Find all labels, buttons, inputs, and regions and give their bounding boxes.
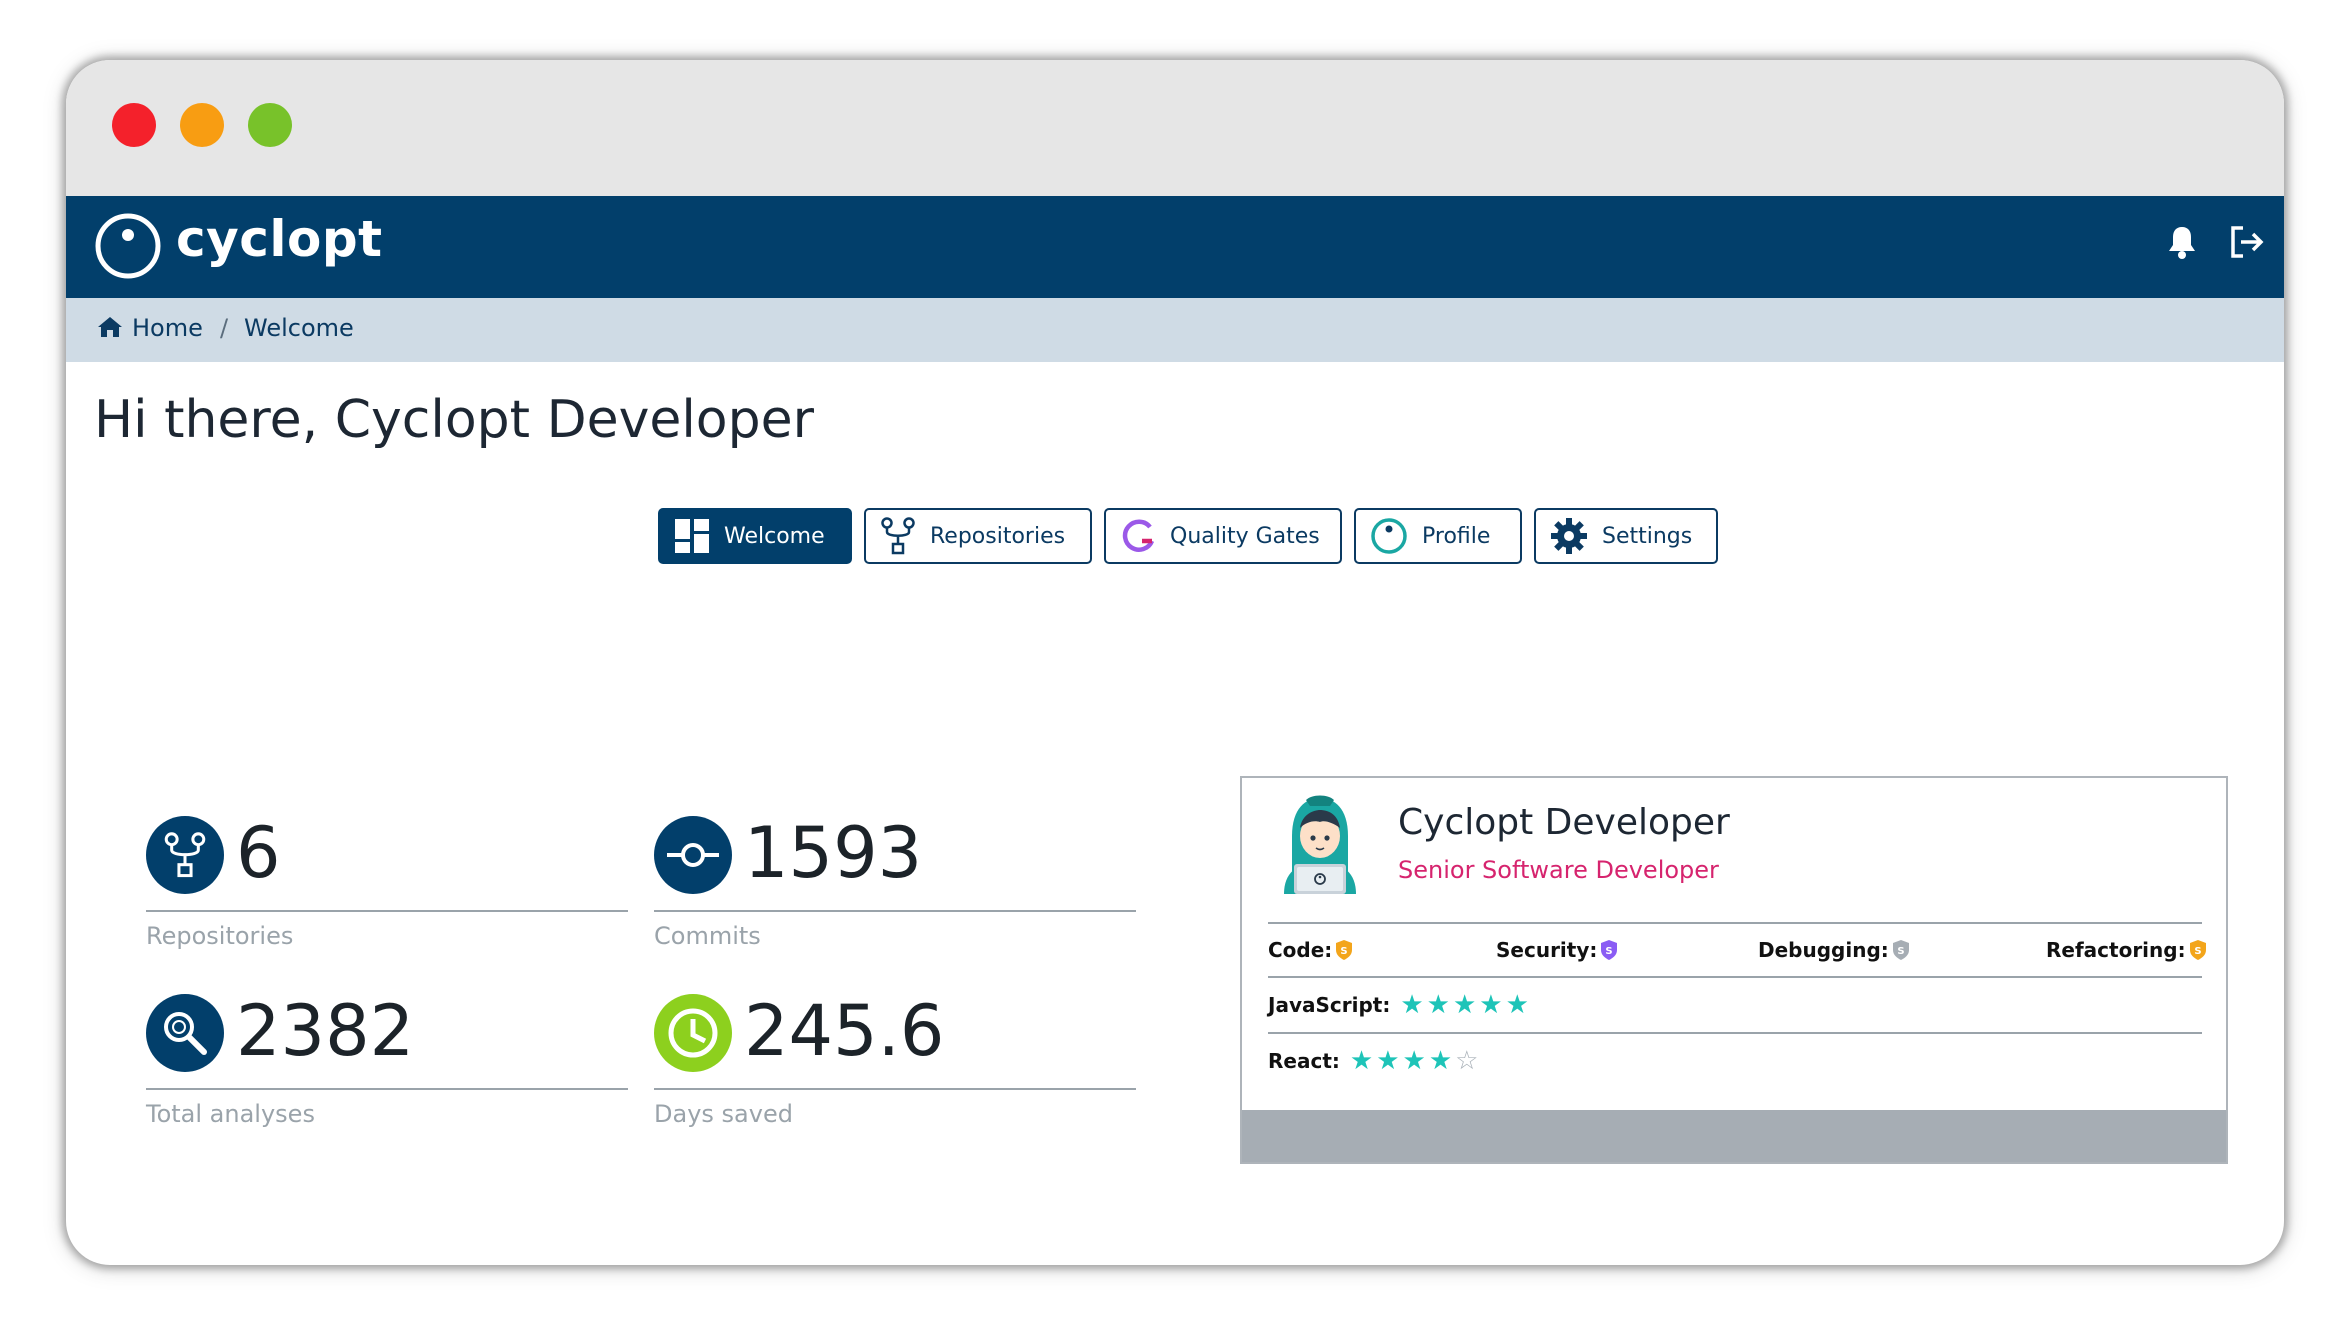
star-empty-icon: ☆: [1455, 1046, 1482, 1076]
card-footer: [1242, 1110, 2226, 1162]
logout-icon[interactable]: [2229, 225, 2265, 263]
dashboard-icon: [675, 519, 709, 553]
skill-label: Refactoring:: [2046, 938, 2186, 962]
tab-repositories[interactable]: Repositories: [864, 508, 1092, 564]
tab-welcome[interactable]: Welcome: [658, 508, 852, 564]
days-saved-label: Days saved: [654, 1100, 793, 1128]
divider: [146, 1088, 628, 1090]
home-icon[interactable]: [97, 316, 123, 342]
badge-icon: S: [1892, 940, 1909, 960]
star-filled-icon: ★: [1428, 1046, 1456, 1076]
cyclopt-logo-icon[interactable]: [94, 212, 162, 284]
gear-icon: [1551, 518, 1587, 554]
repositories-count: 6: [236, 812, 281, 894]
tab-label: Settings: [1602, 523, 1693, 549]
tab-quality-gates[interactable]: Quality Gates: [1104, 508, 1342, 564]
divider: [146, 910, 628, 912]
browser-window: cyclopt Home / Welcome Hi there, Cyclopt…: [66, 60, 2284, 1265]
quality-gate-icon: [1122, 519, 1155, 552]
repositories-label: Repositories: [146, 922, 294, 950]
tab-profile[interactable]: Profile: [1354, 508, 1522, 564]
developer-avatar: [1278, 792, 1362, 900]
app-header: cyclopt: [66, 196, 2284, 298]
language-javascript: JavaScript: ★★★★★: [1268, 990, 1532, 1020]
page-title: Hi there, Cyclopt Developer: [94, 390, 815, 450]
star-filled-icon: ★: [1479, 990, 1506, 1020]
star-filled-icon: ★: [1426, 990, 1453, 1020]
commits-count: 1593: [744, 812, 923, 894]
star-filled-icon: ★: [1452, 990, 1480, 1020]
skill-security: Security: S: [1496, 938, 1618, 962]
skill-refactoring: Refactoring: S: [2046, 938, 2207, 962]
divider: [654, 910, 1136, 912]
profile-icon: [1371, 518, 1407, 554]
divider: [654, 1088, 1136, 1090]
breadcrumb-separator: /: [220, 314, 229, 342]
clock-icon: [654, 994, 732, 1072]
svg-text:S: S: [1341, 946, 1348, 957]
tab-label: Welcome: [724, 523, 825, 549]
bell-icon[interactable]: [2167, 225, 2197, 263]
minimize-window-button[interactable]: [180, 103, 224, 147]
skill-label: Security:: [1496, 938, 1598, 962]
maximize-window-button[interactable]: [248, 103, 292, 147]
tab-label: Quality Gates: [1170, 523, 1320, 549]
close-window-button[interactable]: [112, 103, 156, 147]
svg-text:S: S: [1897, 946, 1904, 957]
commits-label: Commits: [654, 922, 761, 950]
developer-role: Senior Software Developer: [1398, 856, 1719, 884]
star-filled-icon: ★: [1402, 1046, 1429, 1076]
star-filled-icon: ★: [1349, 1046, 1377, 1076]
badge-icon: S: [1336, 940, 1353, 960]
skill-label: Code:: [1268, 938, 1333, 962]
svg-text:S: S: [2194, 946, 2201, 957]
total-analyses-count: 2382: [236, 990, 415, 1072]
days-saved-count: 245.6: [744, 990, 945, 1072]
badge-icon: S: [2189, 940, 2206, 960]
skill-code: Code: S: [1268, 938, 1353, 962]
tab-label: Repositories: [930, 523, 1066, 549]
star-filled-icon: ★: [1400, 990, 1427, 1020]
divider: [1268, 976, 2202, 978]
star-rating: ★★★★★: [1400, 990, 1532, 1020]
breadcrumb-home-link[interactable]: Home: [132, 314, 203, 342]
total-analyses-label: Total analyses: [146, 1100, 315, 1128]
svg-text:S: S: [1606, 946, 1613, 957]
tab-label: Profile: [1422, 523, 1491, 549]
breadcrumb-current: Welcome: [244, 314, 354, 342]
breadcrumb: Home / Welcome: [66, 298, 2284, 362]
app-name[interactable]: cyclopt: [176, 210, 383, 268]
skill-debugging: Debugging: S: [1758, 938, 1910, 962]
repository-icon: [146, 816, 224, 894]
window-titlebar: [66, 60, 2284, 196]
developer-profile-card: Cyclopt Developer Senior Software Develo…: [1240, 776, 2228, 1164]
commit-icon: [654, 816, 732, 894]
developer-name: Cyclopt Developer: [1398, 802, 1730, 843]
star-rating: ★★★★☆: [1350, 1046, 1482, 1076]
language-label: React:: [1268, 1049, 1340, 1073]
star-filled-icon: ★: [1505, 990, 1532, 1020]
star-filled-icon: ★: [1376, 1046, 1403, 1076]
language-react: React: ★★★★☆: [1268, 1046, 1481, 1076]
analysis-icon: [146, 994, 224, 1072]
language-label: JavaScript:: [1268, 993, 1391, 1017]
divider: [1268, 922, 2202, 924]
badge-icon: S: [1601, 940, 1618, 960]
repository-icon: [881, 517, 915, 555]
tab-settings[interactable]: Settings: [1534, 508, 1718, 564]
skill-label: Debugging:: [1758, 938, 1889, 962]
divider: [1268, 1032, 2202, 1034]
